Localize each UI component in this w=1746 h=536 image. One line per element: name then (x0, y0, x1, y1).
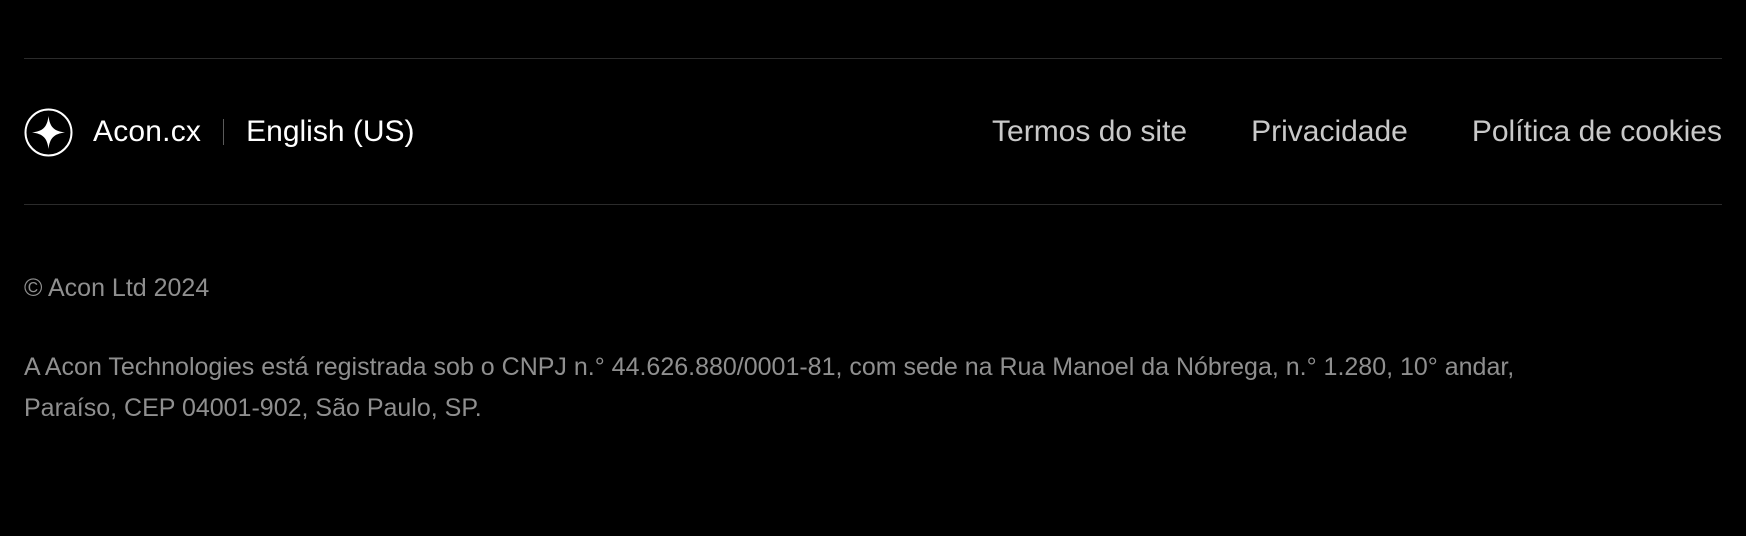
footer-top-row: Acon.cx English (US) Termos do site Priv… (24, 107, 1722, 157)
privacy-link[interactable]: Privacidade (1251, 115, 1408, 149)
top-divider (24, 58, 1722, 59)
copyright-text: © Acon Ltd 2024 (24, 274, 210, 302)
legal-notice: A Acon Technologies está registrada sob … (24, 347, 1724, 429)
language-selector[interactable]: English (US) (246, 115, 414, 149)
brand-name-link[interactable]: Acon.cx (93, 115, 201, 149)
brand-separator (223, 119, 225, 145)
four-point-star-icon[interactable] (24, 108, 73, 157)
legal-notice-line-1: A Acon Technologies está registrada sob … (24, 353, 1515, 381)
brand: Acon.cx English (US) (24, 108, 415, 157)
footer-links: Termos do site Privacidade Política de c… (992, 115, 1722, 149)
site-terms-link[interactable]: Termos do site (992, 115, 1187, 149)
legal-notice-line-2: Paraíso, CEP 04001-902, São Paulo, SP. (24, 394, 482, 422)
middle-divider (24, 204, 1722, 205)
cookie-policy-link[interactable]: Política de cookies (1472, 115, 1722, 149)
